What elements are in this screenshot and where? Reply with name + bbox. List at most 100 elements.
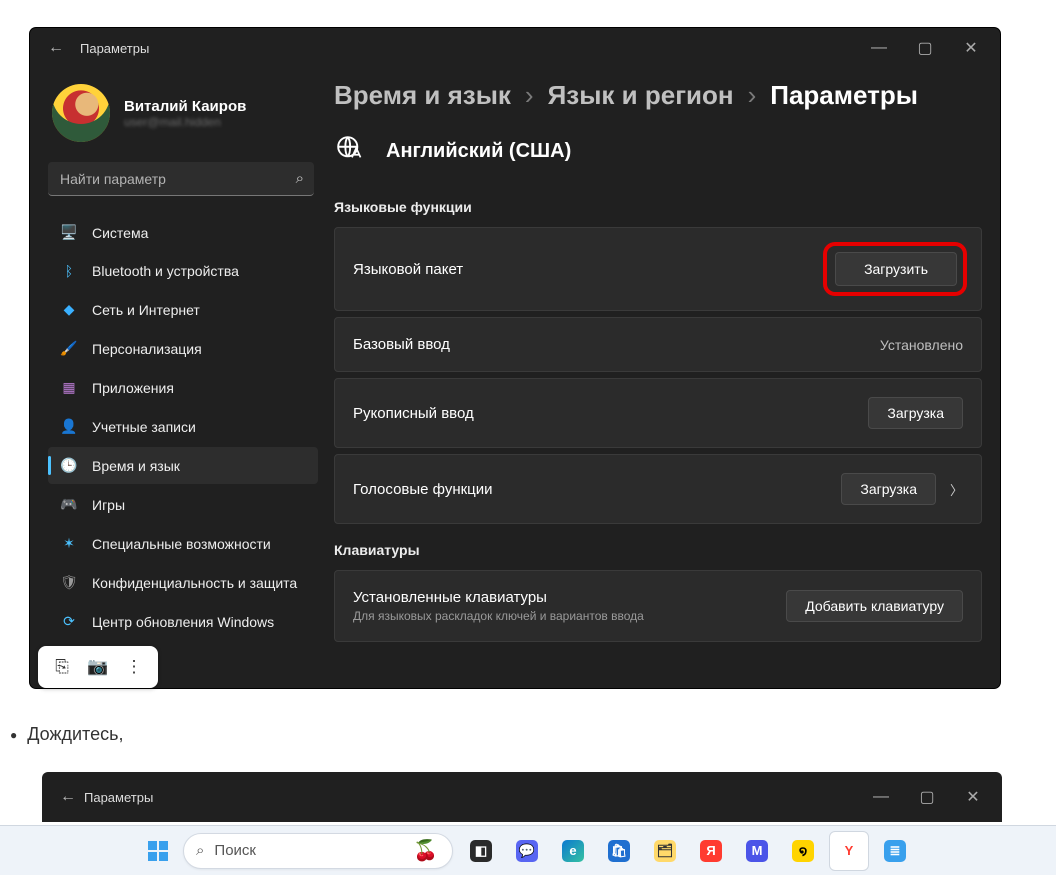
nav-label: Bluetooth и устройства (92, 263, 239, 279)
settings-window: ← Параметры — ▢ ✕ Виталий Каиров user@ma… (30, 28, 1000, 688)
close-button[interactable]: ✕ (948, 28, 994, 68)
taskbar-store[interactable]: 🛍 (599, 831, 639, 871)
sidebar-item-8[interactable]: ✶ Специальные возможности (48, 525, 318, 562)
article-bullet: ● Дождитесь, (10, 724, 123, 745)
minimize-button[interactable]: — (858, 777, 904, 817)
store-icon: 🛍 (608, 840, 630, 862)
taskbar-app-m[interactable]: M (737, 831, 777, 871)
search-input[interactable] (48, 162, 314, 196)
crumb-lang[interactable]: Язык и регион (548, 80, 734, 111)
bullet-text: Дождитесь, (27, 724, 123, 745)
minimize-button[interactable]: — (856, 28, 902, 68)
nav-icon: 🕒 (60, 457, 78, 474)
download-button[interactable]: Загрузить (835, 252, 957, 286)
taskbar-task-view[interactable]: ◧ (461, 831, 501, 871)
window-title: Параметры (84, 790, 153, 805)
taskbar-yandex-br[interactable]: Y (829, 831, 869, 871)
chevron-right-icon: 〉 (950, 480, 963, 499)
nav-icon: ✶ (60, 535, 78, 552)
taskbar-tray[interactable]: ≣ (875, 831, 915, 871)
user-email: user@mail.hidden (124, 115, 246, 129)
taskbar-app-swirl[interactable]: ໑ (783, 831, 823, 871)
nav-label: Игры (92, 497, 125, 513)
maximize-button[interactable]: ▢ (902, 28, 948, 68)
nav-label: Специальные возможности (92, 536, 271, 552)
row-sublabel: Для языковых раскладок ключей и варианто… (353, 609, 644, 623)
row-language-pack: Языковой пакет Загрузить (334, 227, 982, 311)
edge-icon: e (562, 840, 584, 862)
nav-icon: 🖥️ (60, 224, 78, 241)
row-label: Голосовые функции (353, 481, 493, 498)
back-button[interactable]: ← (40, 39, 72, 57)
settings-window-2: ← Параметры — ▢ ✕ (42, 772, 1002, 822)
sidebar-item-2[interactable]: ◆Сеть и Интернет (48, 291, 318, 328)
sidebar-item-9[interactable]: 🛡Конфиденциальность и защита (48, 564, 318, 601)
taskbar-edge[interactable]: e (553, 831, 593, 871)
download-button[interactable]: Загрузка (841, 473, 936, 505)
nav-label: Приложения (92, 380, 174, 396)
search-icon: ⌕ (296, 170, 304, 187)
nav-icon: ⟳ (60, 613, 78, 630)
keyboards-section-label: Клавиатуры (330, 538, 1000, 570)
row-label: Базовый ввод (353, 336, 450, 353)
sidebar-item-7[interactable]: 🎮 Игры (48, 486, 318, 523)
search-placeholder: Поиск (214, 842, 403, 859)
avatar (52, 84, 110, 142)
nav-label: Время и язык (92, 458, 180, 474)
start-button[interactable] (141, 834, 175, 868)
crumb-time[interactable]: Время и язык (334, 80, 511, 111)
sidebar-item-0[interactable]: 🖥️ Система (48, 214, 318, 251)
window-title: Параметры (80, 41, 149, 56)
yandex-br-icon: Y (838, 840, 860, 862)
bullet-icon: ● (10, 728, 17, 742)
back-button[interactable]: ← (52, 788, 84, 806)
nav-label: Центр обновления Windows (92, 614, 274, 630)
nav-label: Конфиденциальность и защита (92, 575, 297, 591)
nav-icon: ▦ (60, 379, 78, 396)
taskbar-search[interactable]: ⌕ Поиск 🍒 (183, 833, 453, 869)
bookmark-icon[interactable]: ⎘ (46, 651, 78, 683)
sidebar-item-5[interactable]: 👤Учетные записи (48, 408, 318, 445)
window-controls: — ▢ ✕ (856, 28, 994, 68)
sidebar-item-6[interactable]: 🕒 Время и язык (48, 447, 318, 484)
sidebar-item-1[interactable]: ᛒ Bluetooth и устройства (48, 253, 318, 289)
app-swirl-icon: ໑ (792, 840, 814, 862)
row-basic-typing: Базовый ввод Установлено (334, 317, 982, 372)
highlight-annotation: Загрузить (827, 246, 963, 292)
close-button[interactable]: ✕ (950, 777, 996, 817)
maximize-button[interactable]: ▢ (904, 777, 950, 817)
taskbar-explorer[interactable]: 🗂 (645, 831, 685, 871)
status-installed: Установлено (880, 337, 963, 353)
nav-list: 🖥️ Система ᛒ Bluetooth и устройства ◆Сеть и … (48, 214, 318, 640)
app-m-icon: M (746, 840, 768, 862)
add-keyboard-button[interactable]: Добавить клавиатуру (786, 590, 963, 622)
nav-label: Персонализация (92, 341, 202, 357)
download-button[interactable]: Загрузка (868, 397, 963, 429)
screenshot-toolbar: ⎘ 📷 ⋮ (38, 646, 158, 688)
chat-icon: 💬 (516, 840, 538, 862)
row-label: Установленные клавиатуры (353, 589, 644, 606)
globe-translate-icon (334, 133, 370, 169)
sidebar-item-3[interactable]: 🖌️Персонализация (48, 330, 318, 367)
taskbar-yandex-disk[interactable]: Я (691, 831, 731, 871)
main-content: Время и язык › Язык и регион › Параметры… (330, 68, 1000, 688)
more-icon[interactable]: ⋮ (118, 651, 150, 683)
nav-label: Система (92, 225, 148, 241)
nav-icon: ᛒ (60, 263, 78, 279)
taskbar-pinned: ◧ 💬 e 🛍 🗂 Я M ໑ Y ≣ (461, 831, 915, 871)
explorer-icon: 🗂 (654, 840, 676, 862)
titlebar: ← Параметры — ▢ ✕ (30, 28, 1000, 68)
nav-icon: 🎮 (60, 496, 78, 513)
sidebar-item-10[interactable]: ⟳ Центр обновления Windows (48, 603, 318, 640)
yandex-disk-icon: Я (700, 840, 722, 862)
taskbar-chat[interactable]: 💬 (507, 831, 547, 871)
nav-label: Учетные записи (92, 419, 196, 435)
chevron-right-icon: › (748, 80, 757, 111)
camera-icon[interactable]: 📷 (82, 651, 114, 683)
user-block[interactable]: Виталий Каиров user@mail.hidden (48, 78, 318, 162)
row-voice[interactable]: Голосовые функции Загрузка 〉 (334, 454, 982, 524)
nav-icon: ◆ (60, 301, 78, 318)
user-name: Виталий Каиров (124, 98, 246, 115)
window-controls: — ▢ ✕ (858, 777, 996, 817)
sidebar-item-4[interactable]: ▦ Приложения (48, 369, 318, 406)
